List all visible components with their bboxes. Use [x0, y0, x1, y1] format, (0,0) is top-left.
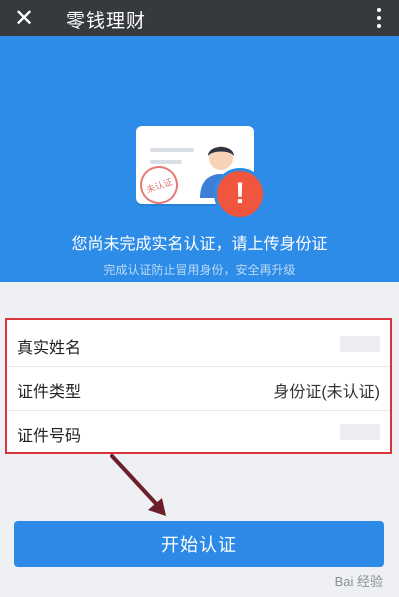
hero-banner: 未认证 ! 您尚未完成实名认证，请上传身份证 完成认证防止冒用身份，安全再升级 [0, 36, 399, 282]
id-type-label: 证件类型 [17, 384, 82, 401]
card-line [150, 148, 194, 152]
baidu-watermark: Bai 经验 [334, 574, 383, 589]
card-line [150, 160, 182, 164]
id-number-label: 证件号码 [17, 428, 82, 445]
pointer-arrow-icon [110, 454, 166, 516]
id-type-row[interactable]: 证件类型 身份证(未认证) [7, 366, 390, 411]
top-bar: ✕ 零钱理财 [0, 0, 399, 36]
id-type-value[interactable]: 身份证(未认证) [273, 378, 380, 402]
warning-icon: ! [214, 168, 266, 220]
real-name-label: 真实姓名 [17, 340, 82, 357]
real-name-row[interactable]: 真实姓名 [7, 322, 390, 367]
real-name-input[interactable] [340, 336, 380, 352]
verification-message: 您尚未完成实名认证，请上传身份证 [71, 236, 328, 253]
verification-submessage: 完成认证防止冒用身份，安全再升级 [103, 263, 296, 277]
close-icon[interactable]: ✕ [8, 3, 40, 33]
id-number-row[interactable]: 证件号码 [7, 410, 390, 454]
id-number-input[interactable] [340, 424, 380, 440]
unverified-seal: 未认证 [134, 160, 184, 210]
identity-form: 真实姓名 证件类型 身份证(未认证) 证件号码 [5, 318, 392, 454]
start-verification-button[interactable]: 开始认证 [14, 521, 384, 567]
page-title: 零钱理财 [66, 11, 147, 32]
more-icon[interactable] [369, 4, 389, 32]
